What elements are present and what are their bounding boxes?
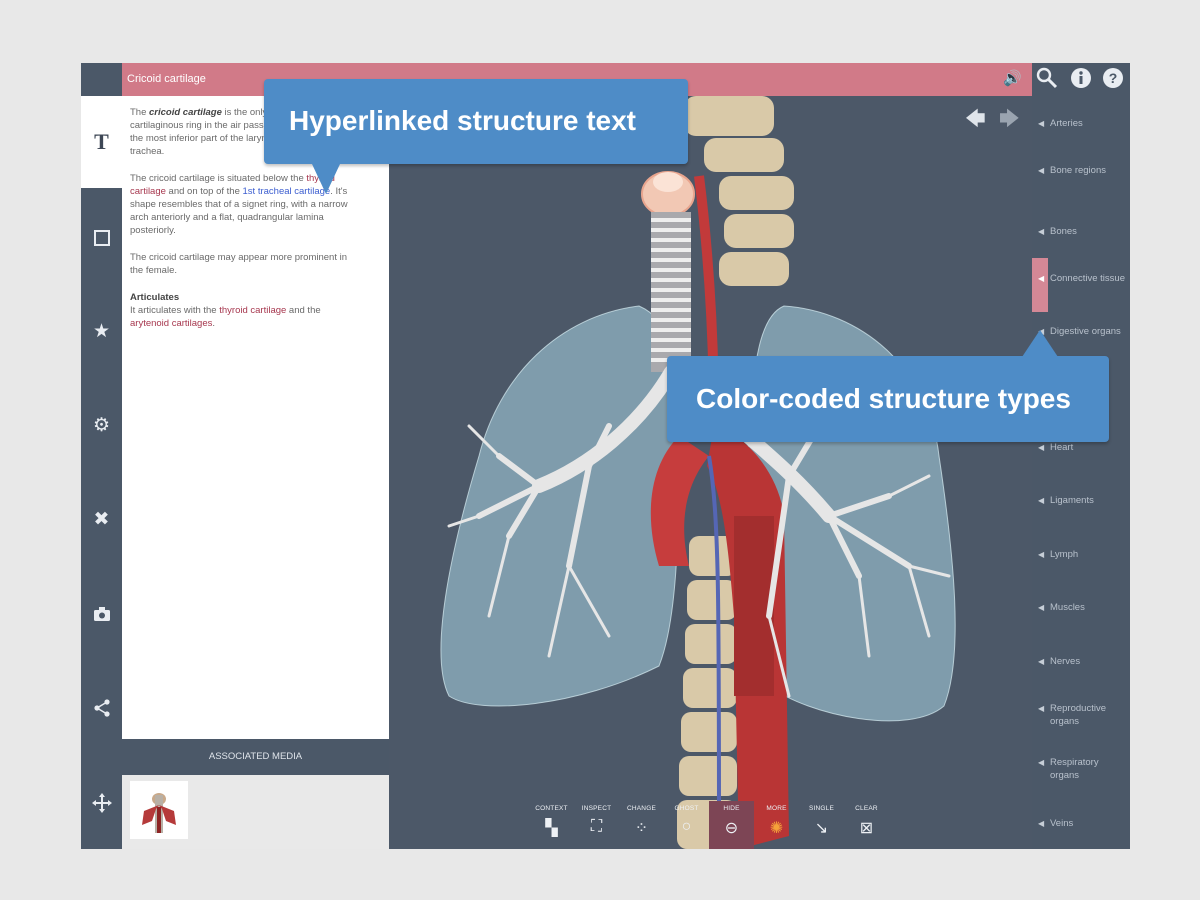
help-icon[interactable]: ? (1102, 67, 1124, 94)
info-icon[interactable] (1070, 67, 1092, 94)
anatomy-app-window: T ★ ⚙ ✖ Cricoid cartilage 🔊 The cricoid … (81, 63, 1130, 849)
more-icon: ✺ (769, 820, 784, 837)
hide-icon: ⊖ (724, 820, 739, 837)
tools-icon[interactable]: ✖ (81, 499, 122, 539)
chevron-left-icon: ◀ (1038, 550, 1045, 559)
anatomy-3d-model (440, 96, 956, 849)
text-run: and on top of the (165, 186, 243, 197)
category-label: Nerves (1050, 656, 1081, 667)
chevron-left-icon: ◀ (1038, 166, 1045, 175)
structure-type-sidebar: ? ◀ Arteries ◀ Bone regions ◀ Bones ◀ Connec… (1032, 63, 1130, 849)
tool-label: GHOST (674, 805, 699, 812)
category-label: Arteries (1050, 118, 1083, 129)
category-label: Lymph (1050, 549, 1079, 560)
selected-category-indicator (1032, 258, 1048, 312)
category-label: Ligaments (1050, 495, 1094, 506)
chevron-left-icon: ◀ (1038, 443, 1045, 452)
text-run: and the (286, 305, 321, 316)
chevron-left-icon: ◀ (1038, 819, 1045, 828)
star-icon[interactable]: ★ (81, 311, 122, 351)
single-icon: ↘ (814, 820, 829, 837)
structure-name-term: cricoid cartilage (149, 107, 222, 118)
tool-more[interactable]: MORE ✺ (754, 801, 799, 849)
tool-label: SINGLE (808, 805, 835, 812)
tool-label: HIDE (723, 805, 740, 812)
chevron-left-icon: ◀ (1038, 227, 1045, 236)
tool-label: MORE (766, 805, 787, 812)
callout-pointer (312, 164, 340, 194)
articulates-section: Articulates (130, 291, 355, 304)
share-icon[interactable] (81, 688, 122, 728)
tool-clear[interactable]: CLEAR ⊠ (844, 801, 889, 849)
articulates-paragraph: It articulates with the thyroid cartilag… (130, 304, 355, 330)
inspect-icon: ⛶ (590, 818, 603, 835)
tool-label: CHANGE (626, 805, 656, 812)
top-icon-bar: ? (1032, 63, 1130, 96)
ghost-icon: ○ (681, 818, 692, 835)
chevron-left-icon: ◀ (1038, 657, 1045, 666)
search-icon[interactable] (1036, 67, 1058, 94)
back-arrow-icon[interactable]: 🡄 (965, 104, 986, 138)
text-run: The cricoid cartilage is situated below … (130, 173, 307, 184)
category-label: Heart (1050, 442, 1074, 453)
category-label: Respiratory organs (1050, 757, 1099, 781)
category-label: Bone regions (1050, 165, 1106, 176)
category-label: Reproductive organs (1050, 703, 1106, 727)
text-run: . (212, 318, 216, 329)
speaker-icon[interactable]: 🔊 (1003, 69, 1022, 87)
chevron-left-icon: ◀ (1038, 704, 1045, 713)
move-icon[interactable] (81, 783, 122, 823)
tool-inspect[interactable]: INSPECT ⛶ (574, 801, 619, 849)
structure-title: Cricoid cartilage (127, 73, 206, 85)
structure-text-panel: The cricoid cartilage is the only comple… (122, 96, 389, 739)
category-label: Veins (1050, 818, 1074, 829)
tool-context[interactable]: CONTEXT ▚ (529, 801, 574, 849)
camera-icon[interactable] (81, 594, 122, 634)
tool-change[interactable]: CHANGE ⁘ (619, 801, 664, 849)
frame-icon[interactable] (81, 218, 122, 258)
chevron-left-icon: ◀ (1038, 496, 1045, 505)
tool-label: CONTEXT (535, 805, 568, 812)
tool-label: INSPECT (581, 805, 612, 812)
clear-icon: ⊠ (859, 820, 874, 837)
forward-arrow-icon[interactable]: 🡆 (999, 104, 1020, 138)
tool-hide[interactable]: HIDE ⊖ (709, 801, 754, 849)
category-label: Connective tissue (1050, 273, 1125, 284)
link-arytenoid-cartilages[interactable]: arytenoid cartilages (130, 318, 212, 329)
tool-single[interactable]: SINGLE ↘ (799, 801, 844, 849)
chevron-left-icon: ◀ (1038, 758, 1045, 767)
left-tool-rail: T ★ ⚙ ✖ (81, 63, 122, 849)
chevron-left-icon: ◀ (1038, 119, 1045, 128)
associated-media-header: ASSOCIATED MEDIA (122, 739, 389, 775)
change-icon: ⁘ (634, 820, 649, 837)
callout-pointer (1022, 330, 1058, 357)
category-label: Digestive organs (1050, 326, 1121, 337)
callout-text: Color-coded structure types (696, 383, 1071, 414)
3d-anatomy-viewport[interactable]: 🡄 🡆 CONTEXT ▚ INSPECT ⛶ CHANGE ⁘ GHOST ○… (389, 96, 1032, 849)
tool-ghost[interactable]: GHOST ○ (664, 801, 709, 849)
callout-hyperlinked-text: Hyperlinked structure text (264, 79, 688, 164)
text-run: It articulates with the (130, 305, 220, 316)
articulates-heading: Articulates (130, 292, 180, 303)
gear-icon[interactable]: ⚙ (81, 405, 122, 445)
tool-label: CLEAR (855, 805, 878, 812)
media-thumbnail[interactable] (130, 781, 188, 839)
chevron-left-icon: ◀ (1038, 603, 1045, 612)
text-run: The (130, 107, 150, 118)
chevron-left-icon: ◀ (1038, 274, 1045, 283)
callout-text: Hyperlinked structure text (289, 105, 636, 136)
callout-color-coded-types: Color-coded structure types (667, 356, 1109, 442)
note-paragraph: The cricoid cartilage may appear more pr… (130, 252, 348, 276)
text-panel-icon[interactable]: T (81, 96, 122, 188)
link-thyroid-cartilage-2[interactable]: thyroid cartilage (219, 305, 286, 316)
category-label: Bones (1050, 226, 1077, 237)
svg-text:?: ? (1109, 70, 1118, 86)
view-toolbar: CONTEXT ▚ INSPECT ⛶ CHANGE ⁘ GHOST ○ HID… (529, 801, 889, 849)
category-label: Muscles (1050, 602, 1085, 613)
context-icon: ▚ (545, 820, 558, 837)
associated-media-area (122, 775, 389, 849)
